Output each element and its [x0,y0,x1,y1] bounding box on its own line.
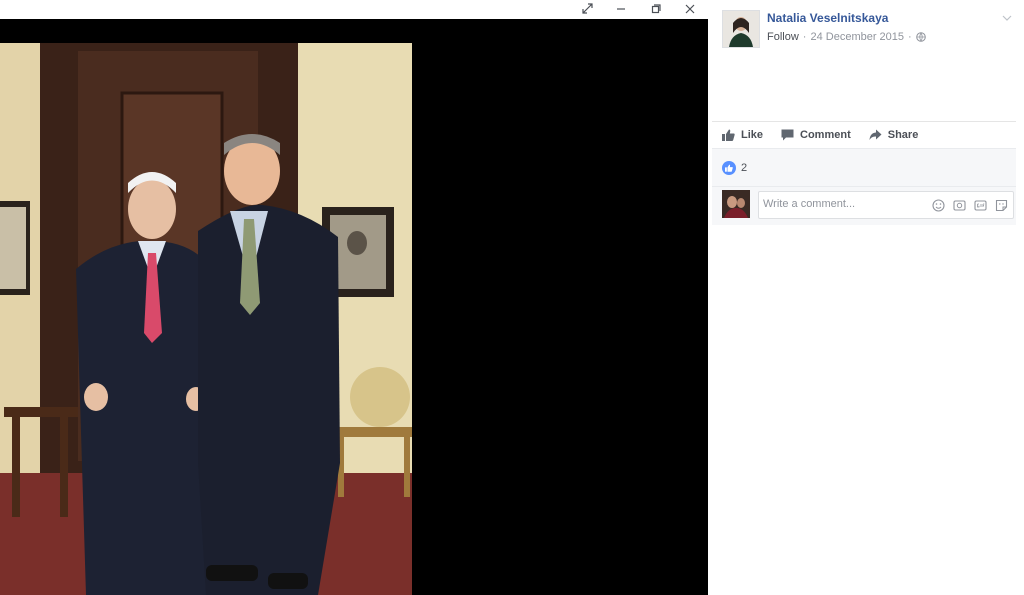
post-meta: Follow · 24 December 2015 · [767,31,926,43]
comment-label: Comment [800,129,851,141]
gif-icon[interactable] [972,197,988,213]
restore-icon[interactable] [645,0,667,17]
comment-button[interactable]: Comment [781,129,851,141]
comment-icon [781,129,794,141]
viewer-toolbar [0,0,708,19]
reactions-bar[interactable]: 2 [712,148,1016,187]
photo-viewer [0,19,708,595]
reaction-count[interactable]: 2 [741,162,747,174]
comment-composer [712,186,1016,225]
share-icon [869,129,882,140]
post-sidebar: Natalia Veselnitskaya Follow · 24 Decemb… [708,0,1024,595]
expand-icon[interactable] [576,0,598,17]
share-button[interactable]: Share [869,129,919,141]
post-date[interactable]: 24 December 2015 [810,31,904,43]
options-chevron-icon[interactable] [1002,13,1012,24]
close-icon[interactable] [679,0,701,17]
author-name[interactable]: Natalia Veselnitskaya [767,11,888,25]
sticker-icon[interactable] [993,197,1009,213]
thumbs-up-icon [722,161,736,175]
emoji-icon[interactable] [930,197,946,213]
comment-tools [925,197,1009,213]
viewer-avatar [722,190,750,218]
follow-link[interactable]: Follow [767,31,799,43]
like-icon [722,129,735,141]
photo[interactable] [0,43,412,595]
like-button[interactable]: Like [722,129,763,141]
meta-separator: · [802,31,807,43]
meta-separator: · [908,31,912,43]
author-avatar[interactable] [722,10,760,48]
globe-icon [915,32,926,42]
comment-input-box[interactable] [758,191,1014,219]
like-label: Like [741,129,764,141]
post-actions: Like Comment Share [712,121,1016,148]
share-label: Share [887,129,919,141]
minimize-icon[interactable] [610,0,632,17]
comment-input[interactable] [763,196,913,212]
camera-icon[interactable] [951,197,967,213]
